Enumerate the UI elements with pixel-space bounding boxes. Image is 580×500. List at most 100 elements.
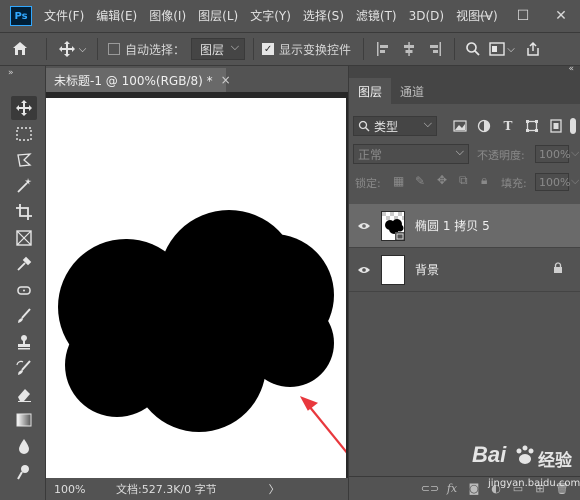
blend-mode-dropdown[interactable]: 正常: [353, 144, 469, 164]
filter-kind-dropdown[interactable]: 类型: [353, 116, 437, 136]
show-transform-checkbox[interactable]: ✓: [262, 43, 275, 55]
filter-adjustment-button[interactable]: [475, 117, 493, 135]
lock-paint-brush-icon[interactable]: ✎: [415, 174, 425, 188]
layer-row-background[interactable]: 背景: [349, 248, 580, 292]
tab-channels[interactable]: 通道: [391, 78, 433, 104]
collapse-panel-icon[interactable]: «: [568, 64, 574, 74]
history-brush-tool[interactable]: [11, 356, 37, 380]
lock-transparent-icon[interactable]: ▦: [393, 174, 404, 188]
magic-wand-tool[interactable]: [11, 174, 37, 198]
menu-layer[interactable]: 图层(L): [192, 0, 244, 32]
auto-select-label: 自动选择：: [125, 42, 186, 57]
dodge-tool[interactable]: [11, 460, 37, 484]
menu-type[interactable]: 文字(Y): [244, 0, 297, 32]
visibility-toggle[interactable]: [349, 248, 379, 292]
auto-select-target-dropdown[interactable]: 图层: [191, 38, 246, 60]
frame-tool[interactable]: [11, 226, 37, 250]
search-button[interactable]: [461, 35, 485, 63]
filter-smart-object-button[interactable]: [547, 117, 565, 135]
opacity-dropdown-arrow[interactable]: ⌵: [571, 146, 579, 160]
close-button[interactable]: ✕: [542, 0, 580, 32]
home-icon: [13, 42, 27, 55]
photoshop-logo[interactable]: Ps: [10, 6, 32, 26]
align-center-button[interactable]: [396, 35, 422, 63]
healing-brush-tool[interactable]: [11, 278, 37, 302]
visibility-toggle[interactable]: [349, 204, 379, 248]
brush-tool[interactable]: [11, 304, 37, 328]
clone-stamp-tool[interactable]: [11, 330, 37, 354]
eraser-icon: [18, 389, 31, 402]
menu-edit[interactable]: 编辑(E): [90, 0, 143, 32]
home-button[interactable]: [0, 35, 40, 63]
menu-filter[interactable]: 滤镜(T): [350, 0, 403, 32]
status-menu-arrow[interactable]: 〉: [269, 481, 280, 497]
layer-name[interactable]: 背景: [415, 261, 439, 278]
auto-select-group: 自动选择：: [108, 41, 185, 58]
layer-row-ellipse-copy-5[interactable]: 椭圆 1 拷贝 5: [349, 204, 580, 248]
filter-type-button[interactable]: T: [499, 117, 517, 135]
document-tab[interactable]: 未标题-1 @ 100%(RGB/8) * ×: [46, 68, 231, 92]
auto-select-checkbox[interactable]: [108, 43, 120, 55]
move-tool-icon: [16, 100, 32, 116]
link-layers-button[interactable]: ⊂⊃: [419, 479, 441, 499]
blur-tool[interactable]: [11, 434, 37, 458]
annotation-arrow: [299, 396, 346, 454]
share-icon: [527, 41, 539, 56]
eyedropper-tool[interactable]: [11, 252, 37, 276]
eye-icon: [358, 222, 370, 229]
lock-artboard-icon[interactable]: ⧉: [459, 173, 468, 188]
opacity-field[interactable]: 100%: [535, 145, 571, 163]
crop-tool[interactable]: [11, 200, 37, 224]
document-info: 文档:527.3K/0 字节: [116, 483, 217, 496]
workspace-icon: [489, 42, 505, 56]
fill-field[interactable]: 100%: [535, 173, 570, 191]
cloud-shape[interactable]: [46, 98, 346, 478]
panel-collapse-strip: «: [349, 64, 580, 78]
status-bar: 100% 文档:527.3K/0 字节 〉: [46, 478, 348, 500]
menu-image[interactable]: 图像(I): [143, 0, 192, 32]
align-left-button[interactable]: [370, 35, 396, 63]
menu-3d[interactable]: 3D(D): [403, 0, 450, 32]
menu-file[interactable]: 文件(F): [38, 0, 90, 32]
layer-thumbnail: [381, 254, 405, 285]
baidu-jingyan-watermark: Bai 经验 jingyan.baidu.com: [468, 438, 580, 498]
zoom-level[interactable]: 100%: [54, 483, 116, 496]
minimize-button[interactable]: —: [466, 0, 504, 32]
maximize-button[interactable]: ☐: [504, 0, 542, 32]
gradient-tool[interactable]: [11, 408, 37, 432]
search-icon: [358, 120, 370, 132]
close-tab-icon[interactable]: ×: [221, 73, 231, 87]
filter-pixel-button[interactable]: [451, 117, 469, 135]
align-right-button[interactable]: [422, 35, 448, 63]
filter-toggle-switch[interactable]: [570, 118, 576, 134]
share-button[interactable]: [519, 35, 547, 63]
tab-layers[interactable]: 图层: [349, 78, 392, 104]
move-tool[interactable]: [11, 96, 37, 120]
layer-style-button[interactable]: fx: [441, 479, 463, 499]
clone-stamp-icon: [18, 335, 30, 350]
move-tool-preset-button[interactable]: ⌵: [53, 35, 91, 63]
eye-icon: [358, 266, 370, 273]
opacity-value: 100%: [539, 147, 571, 161]
lock-position-icon[interactable]: ✥: [437, 173, 447, 187]
canvas-area[interactable]: [46, 92, 348, 478]
collapse-toolbar-icon[interactable]: »: [8, 68, 14, 78]
chevron-down-icon: ⌵: [507, 43, 515, 55]
link-icon: ⊂⊃: [420, 482, 440, 495]
filter-shape-button[interactable]: [523, 117, 541, 135]
brush-icon: [18, 308, 31, 323]
menu-select[interactable]: 选择(S): [297, 0, 350, 32]
layer-thumbnail: [381, 210, 405, 241]
workspace-button[interactable]: ⌵: [485, 35, 519, 63]
lock-all-icon[interactable]: 🔒︎: [481, 173, 487, 188]
marquee-icon: [16, 127, 32, 141]
eraser-tool[interactable]: [11, 382, 37, 406]
document-canvas[interactable]: [46, 98, 346, 478]
blend-mode-value: 正常: [358, 147, 383, 162]
marquee-tool[interactable]: [11, 122, 37, 146]
divider: [454, 38, 456, 60]
menu-bar: Ps 文件(F) 编辑(E) 图像(I) 图层(L) 文字(Y) 选择(S) 滤…: [0, 0, 580, 32]
layer-name[interactable]: 椭圆 1 拷贝 5: [415, 217, 490, 234]
fill-dropdown-arrow[interactable]: ⌵: [571, 174, 579, 188]
lasso-tool[interactable]: [11, 148, 37, 172]
